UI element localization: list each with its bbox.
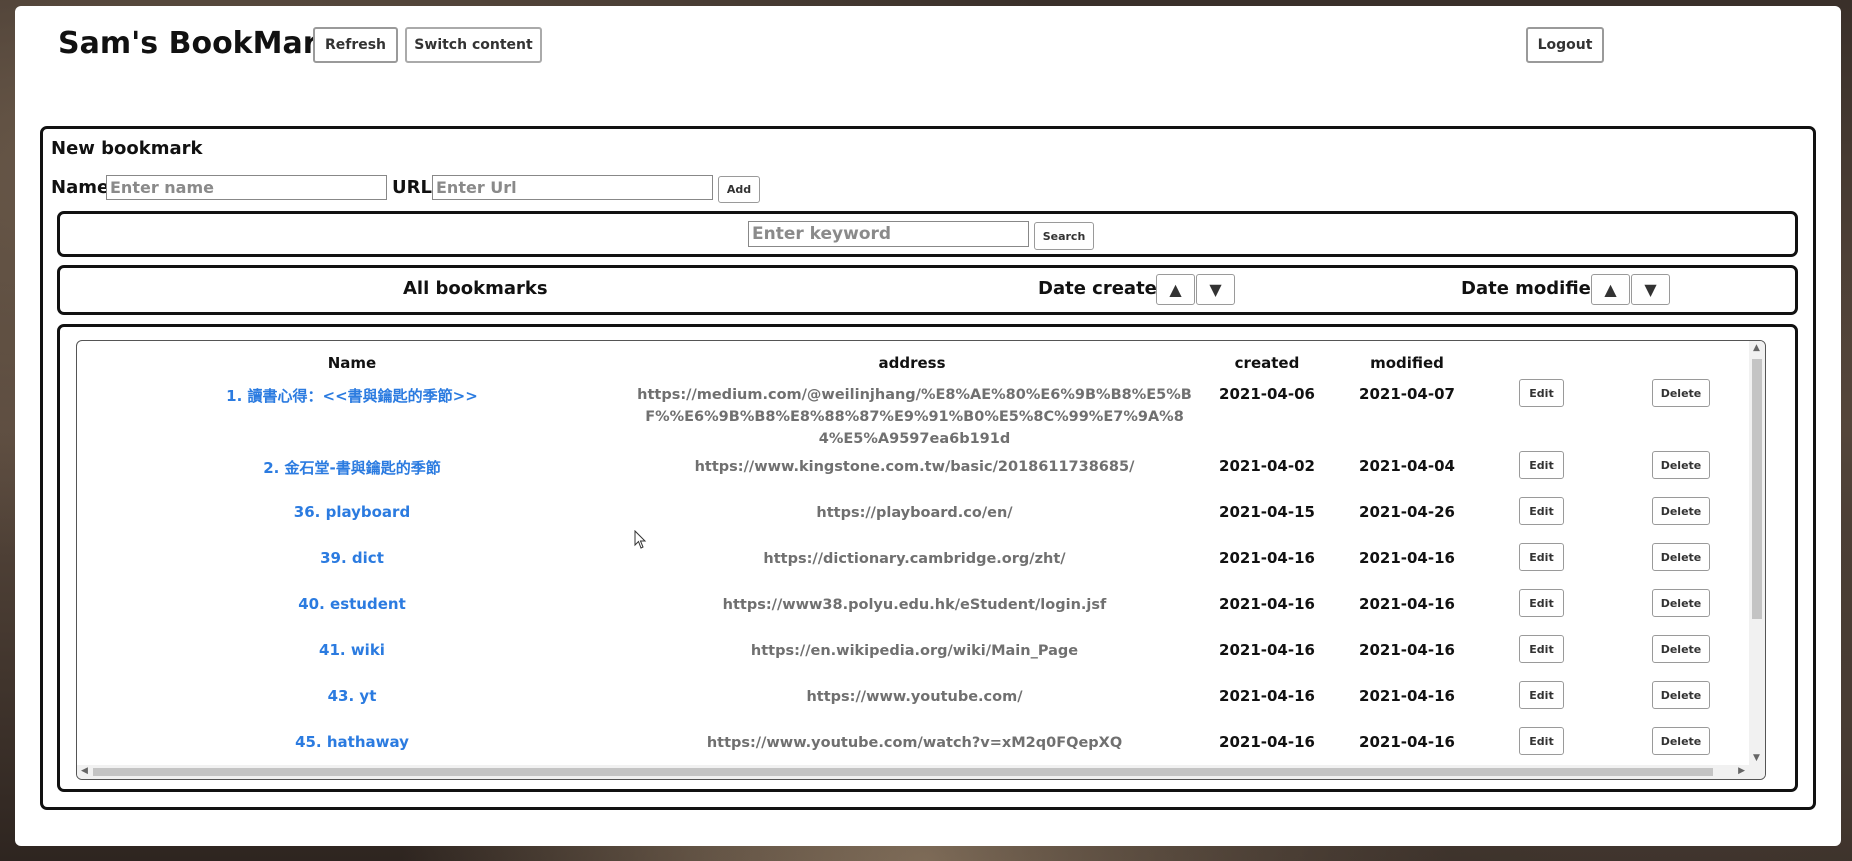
switch-content-button[interactable]: Switch content [405, 27, 542, 63]
edit-button[interactable]: Edit [1519, 497, 1564, 525]
delete-button[interactable]: Delete [1652, 589, 1710, 617]
date-created-label: Date created [1038, 278, 1170, 299]
delete-button[interactable]: Delete [1652, 451, 1710, 479]
triangle-down-icon: ▼ [1644, 280, 1657, 299]
table-row: 39. dict https://dictionary.cambridge.org… [77, 543, 1765, 593]
column-header-name: Name [327, 354, 377, 372]
bookmark-name-link[interactable]: 41. wiki [77, 641, 627, 659]
edit-button[interactable]: Edit [1519, 727, 1564, 755]
vertical-scrollbar[interactable]: ▲ ▼ [1749, 341, 1765, 779]
app-title: Sam's BookMark [58, 26, 338, 61]
mouse-cursor-icon [634, 530, 647, 549]
triangle-up-icon: ▲ [1169, 280, 1182, 299]
table-row: 2. 金石堂-書與鑰匙的季節 https://www.kingstone.com.… [77, 451, 1765, 501]
delete-button[interactable]: Delete [1652, 727, 1710, 755]
modified-date: 2021-04-04 [1359, 457, 1455, 475]
table-row: 36. playboard https://playboard.co/en/202… [77, 497, 1765, 547]
scroll-right-icon[interactable]: ▶ [1738, 766, 1745, 776]
modified-date: 2021-04-16 [1359, 549, 1455, 567]
created-date: 2021-04-16 [1219, 549, 1315, 567]
table-row: 41. wiki https://en.wikipedia.org/wiki/Ma… [77, 635, 1765, 685]
triangle-up-icon: ▲ [1604, 280, 1617, 299]
bookmark-address: https://www.youtube.com/watch?v=xM2q0FQe… [706, 735, 1123, 751]
bookmark-name-link[interactable]: 43. yt [77, 687, 627, 705]
new-bookmark-title: New bookmark [51, 138, 203, 159]
created-date: 2021-04-02 [1219, 457, 1315, 475]
created-date: 2021-04-15 [1219, 503, 1315, 521]
delete-button[interactable]: Delete [1652, 681, 1710, 709]
triangle-down-icon: ▼ [1209, 280, 1222, 299]
edit-button[interactable]: Edit [1519, 543, 1564, 571]
delete-button[interactable]: Delete [1652, 543, 1710, 571]
bookmark-name-link[interactable]: 36. playboard [77, 503, 627, 521]
bookmark-name-link[interactable]: 45. hathaway [77, 733, 627, 751]
app-window: Sam's BookMark Refresh Switch content Lo… [15, 6, 1841, 846]
bookmark-address: https://medium.com/@weilinjhang/%E8%AE%8… [637, 387, 1192, 447]
delete-button[interactable]: Delete [1652, 635, 1710, 663]
created-descending-button[interactable]: ▼ [1196, 274, 1235, 305]
delete-button[interactable]: Delete [1652, 379, 1710, 407]
created-date: 2021-04-16 [1219, 733, 1315, 751]
modified-date: 2021-04-16 [1359, 641, 1455, 659]
scroll-left-icon[interactable]: ◀ [81, 766, 88, 776]
bookmark-name-link[interactable]: 2. 金石堂-書與鑰匙的季節 [77, 457, 627, 478]
modified-date: 2021-04-16 [1359, 595, 1455, 613]
created-ascending-button[interactable]: ▲ [1156, 274, 1195, 305]
bookmark-name-link[interactable]: 40. estudent [77, 595, 627, 613]
created-date: 2021-04-16 [1219, 641, 1315, 659]
modified-date: 2021-04-26 [1359, 503, 1455, 521]
search-button[interactable]: Search [1034, 222, 1094, 250]
vertical-scroll-thumb[interactable] [1752, 359, 1762, 619]
table-row: 43. yt https://www.youtube.com/2021-04-16… [77, 681, 1765, 731]
edit-button[interactable]: Edit [1519, 635, 1564, 663]
bookmark-address: https://playboard.co/en/ [816, 505, 1013, 521]
created-date: 2021-04-06 [1219, 385, 1315, 403]
created-date: 2021-04-16 [1219, 687, 1315, 705]
bookmark-address: https://dictionary.cambridge.org/zht/ [763, 551, 1066, 567]
bookmark-address: https://www.kingstone.com.tw/basic/20186… [694, 459, 1135, 475]
search-input[interactable] [748, 221, 1029, 247]
bookmark-table[interactable]: Name address created modified 1. 讀書心得：<<… [76, 340, 1766, 780]
bookmark-name-link[interactable]: 39. dict [77, 549, 627, 567]
bookmark-address: https://en.wikipedia.org/wiki/Main_Page [750, 643, 1079, 659]
edit-button[interactable]: Edit [1519, 379, 1564, 407]
modified-descending-button[interactable]: ▼ [1631, 274, 1670, 305]
column-header-created: created [1234, 354, 1300, 372]
scroll-up-icon[interactable]: ▲ [1753, 343, 1760, 353]
modified-date: 2021-04-16 [1359, 733, 1455, 751]
date-modified-label: Date modified [1461, 278, 1604, 299]
url-input[interactable] [432, 175, 713, 200]
table-row: 1. 讀書心得：<<書與鑰匙的季節>> https://medium.com/@w… [77, 379, 1765, 447]
name-label: Name [51, 177, 110, 198]
refresh-button[interactable]: Refresh [313, 27, 398, 63]
created-date: 2021-04-16 [1219, 595, 1315, 613]
logout-button[interactable]: Logout [1526, 27, 1604, 63]
url-label: URL [392, 177, 432, 198]
column-header-address: address [878, 354, 946, 372]
edit-button[interactable]: Edit [1519, 451, 1564, 479]
delete-button[interactable]: Delete [1652, 497, 1710, 525]
edit-button[interactable]: Edit [1519, 681, 1564, 709]
scroll-down-icon[interactable]: ▼ [1753, 753, 1760, 763]
bookmark-address: https://www38.polyu.edu.hk/eStudent/logi… [722, 597, 1107, 613]
add-button[interactable]: Add [718, 176, 760, 203]
edit-button[interactable]: Edit [1519, 589, 1564, 617]
horizontal-scroll-thumb[interactable] [93, 768, 1713, 776]
modified-ascending-button[interactable]: ▲ [1591, 274, 1630, 305]
modified-date: 2021-04-07 [1359, 385, 1455, 403]
column-header-modified: modified [1370, 354, 1444, 372]
modified-date: 2021-04-16 [1359, 687, 1455, 705]
bookmark-name-link[interactable]: 1. 讀書心得：<<書與鑰匙的季節>> [77, 385, 627, 406]
all-bookmarks-label: All bookmarks [403, 278, 548, 299]
horizontal-scrollbar[interactable]: ◀ ▶ [77, 765, 1749, 779]
name-input[interactable] [106, 175, 387, 200]
table-row: 40. estudent https://www38.polyu.edu.hk/e… [77, 589, 1765, 639]
bookmark-address: https://www.youtube.com/ [806, 689, 1023, 705]
